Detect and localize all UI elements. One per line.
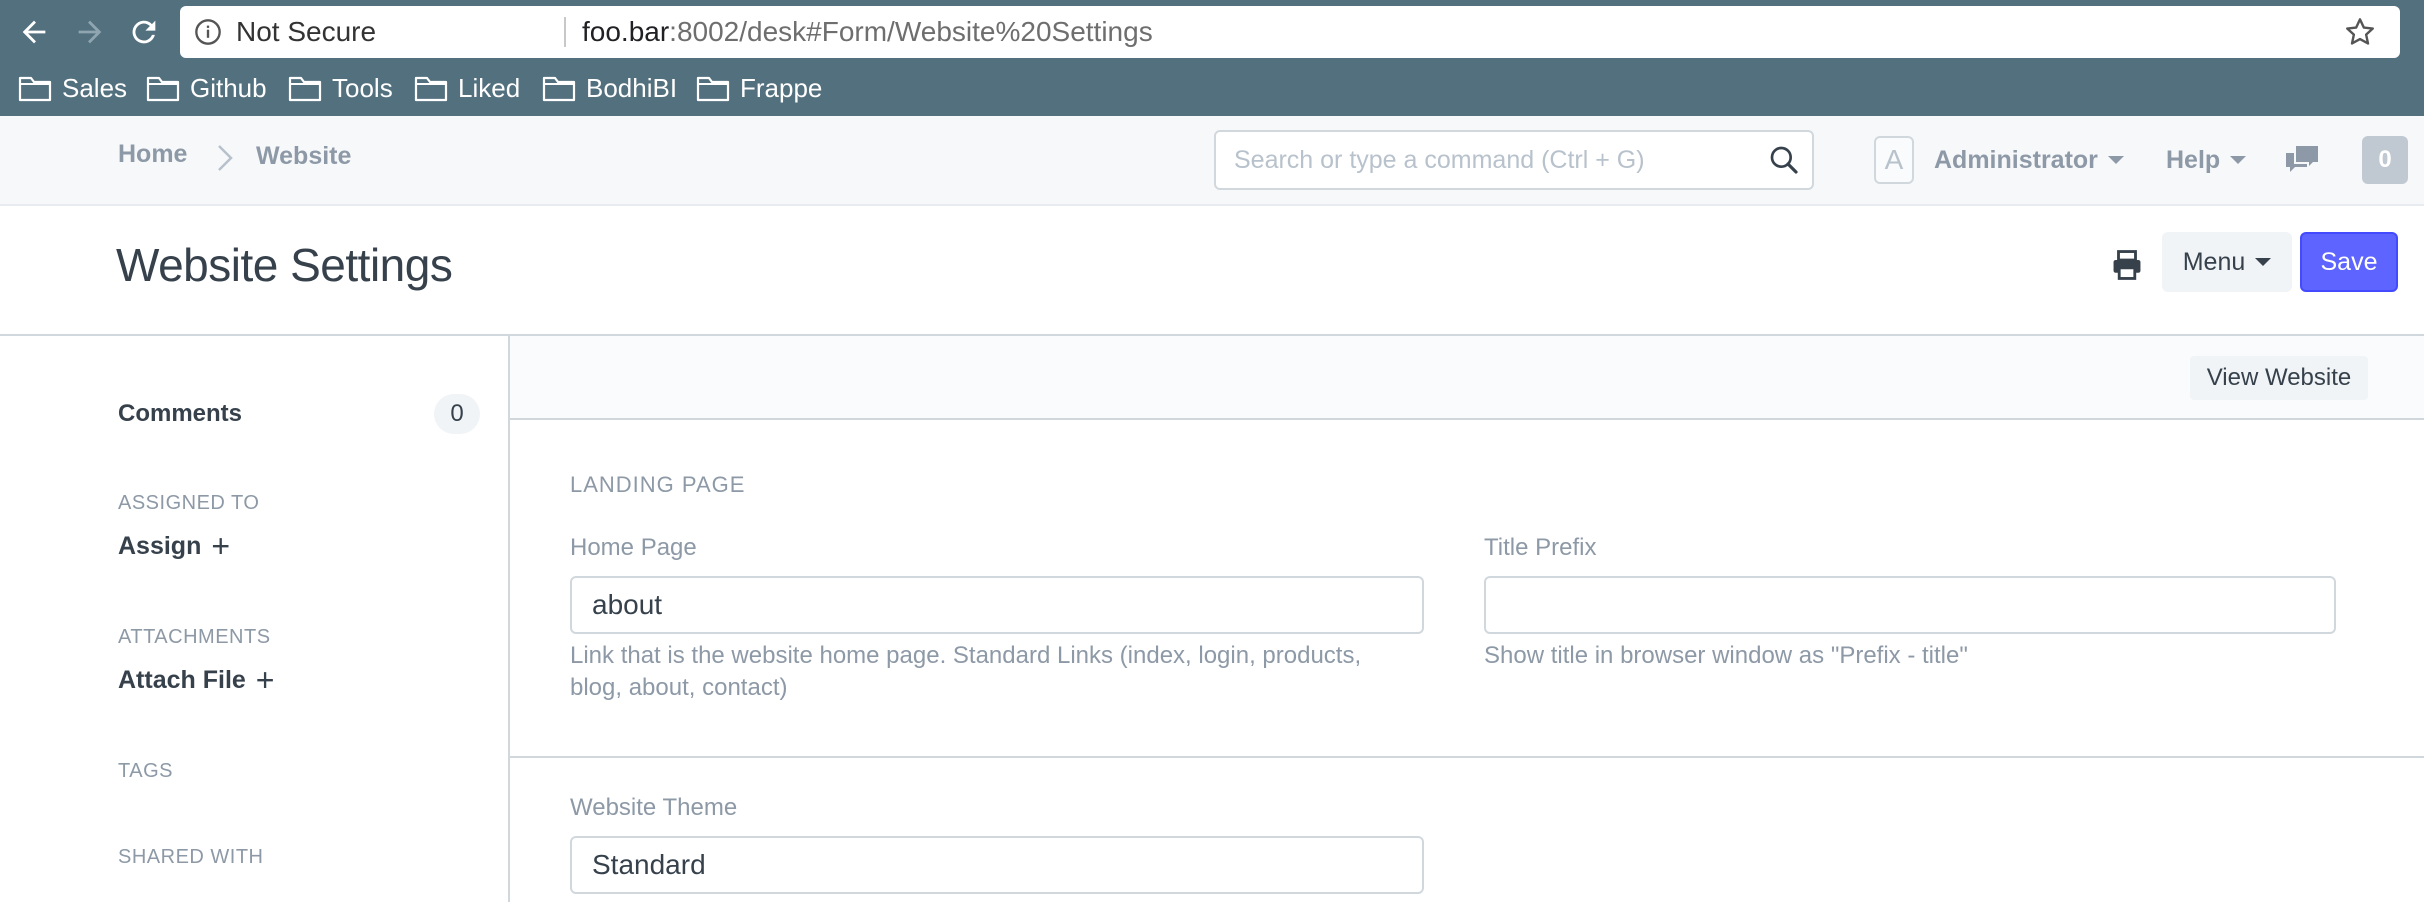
search-icon[interactable] bbox=[1768, 144, 1800, 176]
menu-button[interactable]: Menu bbox=[2162, 232, 2292, 292]
section-heading-landing-page: LANDING PAGE bbox=[570, 472, 746, 497]
plus-icon: + bbox=[255, 662, 275, 698]
breadcrumb-home[interactable]: Home bbox=[118, 140, 187, 169]
attachments-label: ATTACHMENTS bbox=[118, 626, 271, 648]
notification-badge[interactable]: 0 bbox=[2362, 136, 2408, 184]
info-icon[interactable] bbox=[194, 18, 222, 46]
user-name: Administrator bbox=[1934, 145, 2098, 174]
caret-down-icon bbox=[2107, 156, 2124, 164]
bookmarks-bar: Sales Github Tools Liked BodhiBI Frappe bbox=[0, 64, 2424, 112]
tags-label: TAGS bbox=[118, 760, 173, 782]
assign-label: Assign bbox=[118, 531, 202, 560]
folder-icon bbox=[288, 76, 322, 102]
title-prefix-label: Title Prefix bbox=[1484, 534, 1597, 561]
chevron-right-icon bbox=[218, 145, 233, 171]
browser-chrome: Not Secure foo.bar:8002/desk#Form/Websit… bbox=[0, 0, 2424, 116]
comments-count-badge: 0 bbox=[434, 394, 480, 434]
attach-file-label: Attach File bbox=[118, 665, 246, 694]
page-title: Website Settings bbox=[116, 239, 453, 291]
assign-button[interactable]: Assign + bbox=[118, 530, 230, 562]
help-label: Help bbox=[2166, 145, 2221, 174]
save-button[interactable]: Save bbox=[2300, 232, 2398, 292]
caret-down-icon bbox=[2255, 258, 2272, 266]
assigned-to-label: ASSIGNED TO bbox=[118, 492, 260, 514]
url-text[interactable]: foo.bar:8002/desk#Form/Website%20Setting… bbox=[582, 6, 1153, 58]
website-theme-input[interactable] bbox=[572, 838, 1422, 892]
back-icon bbox=[22, 20, 46, 44]
view-website-button[interactable]: View Website bbox=[2190, 356, 2368, 400]
reload-button[interactable] bbox=[122, 10, 166, 54]
breadcrumb-website[interactable]: Website bbox=[256, 142, 351, 171]
bookmark-label: Tools bbox=[332, 72, 393, 103]
address-bar[interactable]: Not Secure foo.bar:8002/desk#Form/Websit… bbox=[180, 6, 2400, 58]
menu-label: Menu bbox=[2182, 247, 2246, 276]
title-prefix-help: Show title in browser window as "Prefix … bbox=[1484, 642, 1968, 669]
awesome-bar[interactable] bbox=[1214, 130, 1814, 190]
form-toolbar: View Website bbox=[510, 336, 2424, 420]
bookmark-sales[interactable]: Sales bbox=[18, 64, 127, 112]
home-page-label: Home Page bbox=[570, 534, 697, 561]
reload-icon bbox=[132, 20, 156, 44]
page-head: Website Settings Menu Save bbox=[0, 206, 2424, 336]
search-input[interactable] bbox=[1234, 132, 1754, 188]
title-prefix-input[interactable] bbox=[1486, 578, 2334, 632]
website-theme-label: Website Theme bbox=[570, 794, 738, 821]
bookmark-label: Frappe bbox=[740, 72, 823, 103]
website-theme-field[interactable] bbox=[570, 836, 1424, 894]
comments-link[interactable]: Comments bbox=[118, 400, 242, 428]
section-divider bbox=[510, 756, 2424, 758]
bookmark-label: Sales bbox=[62, 72, 128, 103]
chat-icon[interactable] bbox=[2284, 144, 2320, 176]
back-button[interactable] bbox=[12, 10, 56, 54]
bookmark-label: Github bbox=[190, 72, 267, 103]
star-icon[interactable] bbox=[2344, 16, 2376, 48]
bookmark-liked[interactable]: Liked bbox=[414, 64, 520, 112]
shared-with-label: SHARED WITH bbox=[118, 846, 264, 868]
form-sidebar: Comments 0 ASSIGNED TO Assign + ATTACHME… bbox=[0, 336, 508, 902]
bookmark-frappe[interactable]: Frappe bbox=[696, 64, 822, 112]
folder-icon bbox=[542, 76, 576, 102]
security-label: Not Secure bbox=[236, 16, 377, 47]
url-path: :8002/desk#Form/Website%20Settings bbox=[669, 16, 1153, 47]
url-host: foo.bar bbox=[582, 16, 670, 47]
help-menu[interactable]: Help bbox=[2166, 142, 2247, 178]
folder-icon bbox=[146, 76, 180, 102]
bookmark-label: Liked bbox=[458, 72, 521, 103]
app-navbar: Home Website A Administrator Help 0 bbox=[0, 116, 2424, 206]
folder-icon bbox=[414, 76, 448, 102]
form-layout: View Website LANDING PAGE Home Page Link… bbox=[508, 336, 2424, 902]
forward-button[interactable] bbox=[68, 10, 112, 54]
title-prefix-field[interactable] bbox=[1484, 576, 2336, 634]
bookmark-label: BodhiBI bbox=[586, 72, 678, 103]
home-page-help: Link that is the website home page. Stan… bbox=[570, 640, 1440, 704]
caret-down-icon bbox=[2230, 156, 2247, 164]
home-page-help-line-2: blog, about, contact) bbox=[570, 674, 788, 701]
folder-icon bbox=[18, 76, 52, 102]
folder-icon bbox=[696, 76, 730, 102]
avatar[interactable]: A bbox=[1874, 136, 1914, 184]
plus-icon: + bbox=[211, 528, 231, 564]
user-menu[interactable]: Administrator bbox=[1934, 142, 2124, 178]
home-page-field[interactable] bbox=[570, 576, 1424, 634]
home-page-help-line-1: Link that is the website home page. Stan… bbox=[570, 642, 1362, 669]
bookmark-github[interactable]: Github bbox=[146, 64, 267, 112]
printer-icon[interactable] bbox=[2110, 248, 2144, 282]
bookmark-bodhibi[interactable]: BodhiBI bbox=[542, 64, 677, 112]
address-separator bbox=[564, 17, 566, 47]
home-page-input[interactable] bbox=[572, 578, 1422, 632]
forward-icon bbox=[78, 20, 102, 44]
bookmark-tools[interactable]: Tools bbox=[288, 64, 393, 112]
attach-file-button[interactable]: Attach File + bbox=[118, 664, 274, 696]
